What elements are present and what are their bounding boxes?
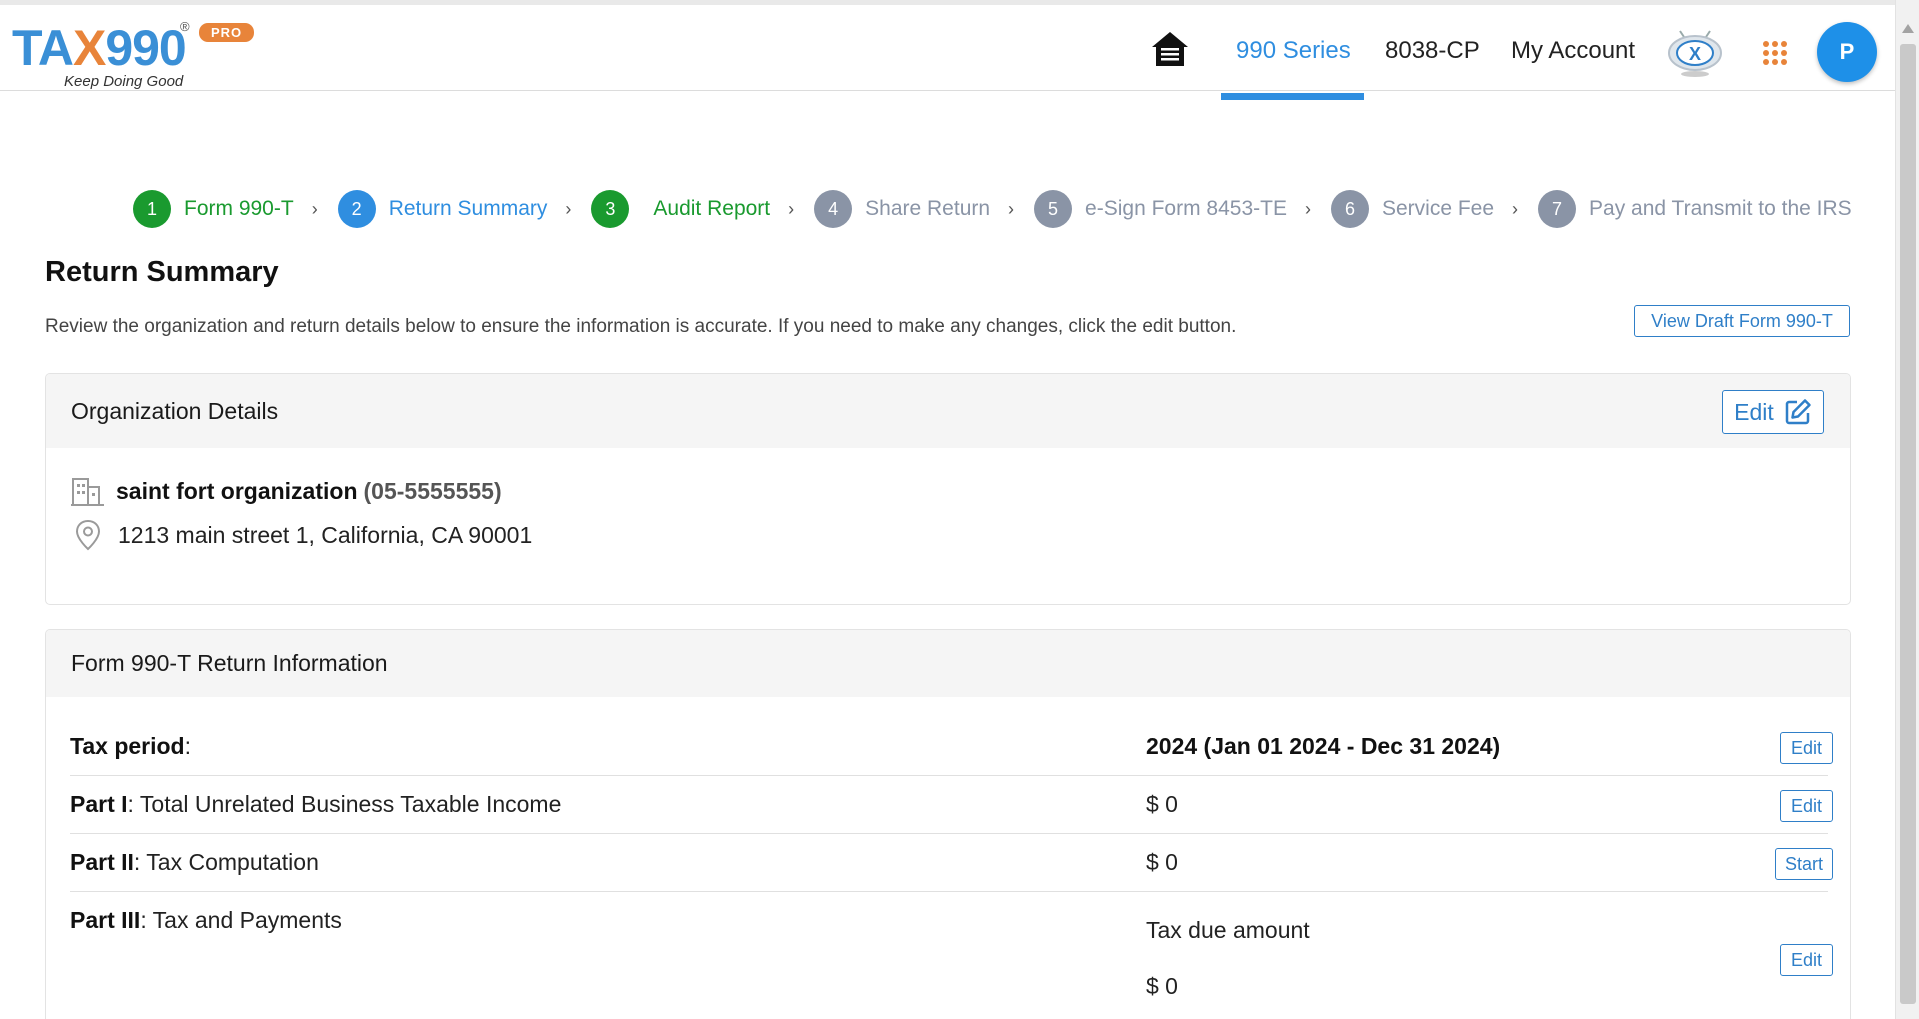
logo-pro-badge: PRO [199,23,255,42]
tax-period-value: 2024 (Jan 01 2024 - Dec 31 2024) [1146,733,1501,759]
step-esign-8453te[interactable]: 5 e-Sign Form 8453-TE [1034,190,1287,228]
chevron-right-icon: › [1304,198,1311,219]
return-information-card: Form 990-T Return Information Tax period… [45,629,1851,1019]
svg-text:X: X [1689,44,1701,64]
chevron-right-icon: › [1008,198,1015,219]
step-number: 4 [814,190,853,228]
vertical-scrollbar[interactable] [1895,0,1919,1019]
row-label: Part I: Total Unrelated Business Taxable… [70,791,562,817]
page-title: Return Summary [45,256,279,288]
row-label: Part II: Tax Computation [70,849,319,875]
tax990-logo[interactable]: TAX990 ® PRO Keep Doing Good [12,15,255,90]
logo-registered-mark: ® [180,19,190,34]
step-number: 7 [1538,190,1577,228]
step-audit-report[interactable]: 3 Audit Report [591,190,770,228]
step-number: 6 [1330,190,1369,228]
organization-name: saint fort organization [116,477,358,504]
nav-my-account[interactable]: My Account [1511,37,1635,65]
organization-address: 1213 main street 1, California, CA 90001 [118,521,533,548]
step-label: Form 990-T [184,197,294,220]
row-tax-period: Tax period: 2024 (Jan 01 2024 - Dec 31 2… [70,718,1833,776]
step-service-fee[interactable]: 6 Service Fee [1330,190,1495,228]
card-title: Organization Details [71,397,279,424]
return-information-header: Form 990-T Return Information [46,630,1850,697]
edit-icon [1785,399,1811,425]
chevron-right-icon: › [1512,198,1519,219]
logo-tagline: Keep Doing Good [64,73,184,90]
user-avatar[interactable]: P [1817,22,1877,82]
row-part-iii: Part III: Tax and Payments Tax due amoun… [70,892,1833,1019]
step-label: Return Summary [388,197,548,220]
logo-wordmark: TAX990 [12,20,187,76]
page-description: Review the organization and return detai… [45,316,1237,337]
step-label: Audit Report [653,197,771,220]
card-title: Form 990-T Return Information [71,650,388,676]
row-label: Part III: Tax and Payments [70,907,342,933]
tax-due-label: Tax due amount [1146,917,1310,943]
building-icon [71,478,104,506]
nav-990-series[interactable]: 990 Series [1236,37,1351,65]
top-navbar: TAX990 ® PRO Keep Doing Good 990 Series … [0,5,1895,100]
chevron-right-icon: › [565,198,572,219]
edit-tax-period-button[interactable]: Edit [1780,732,1833,764]
chevron-right-icon: › [311,198,318,219]
robot-assistant-icon[interactable]: X [1666,25,1724,79]
home-icon[interactable] [1150,29,1190,69]
organization-details-header: Organization Details Edit [46,374,1850,448]
part-i-value: $ 0 [1146,791,1178,817]
step-label: Service Fee [1381,197,1495,220]
step-number: 2 [337,190,376,228]
row-label: Tax period: [70,733,191,759]
step-return-summary[interactable]: 2 Return Summary [337,190,548,228]
row-part-i: Part I: Total Unrelated Business Taxable… [70,776,1833,834]
edit-button-label: Edit [1734,398,1774,425]
edit-organization-button[interactable]: Edit [1722,390,1824,434]
tax-due-value: $ 0 [1146,973,1178,999]
step-pay-transmit[interactable]: 7 Pay and Transmit to the IRS [1538,190,1852,228]
row-part-ii: Part II: Tax Computation $ 0 Start [70,834,1833,892]
edit-part-i-button[interactable]: Edit [1780,790,1833,822]
step-form-990t[interactable]: 1 Form 990-T [133,190,294,228]
progress-stepper: 1 Form 990-T › 2 Return Summary › 3 Audi… [133,189,1852,229]
step-number: 1 [133,190,171,228]
organization-ein: (05-5555555) [363,477,502,504]
step-number: 3 [591,190,630,228]
active-nav-indicator [1221,93,1364,100]
location-pin-icon [75,519,101,551]
organization-address-line: 1213 main street 1, California, CA 90001 [70,519,532,551]
step-label: e-Sign Form 8453-TE [1085,197,1287,220]
chevron-right-icon: › [788,198,795,219]
scrollbar-thumb[interactable] [1900,44,1916,1004]
scroll-up-icon[interactable] [1902,24,1914,33]
organization-name-line: saint fort organization (05-5555555) [70,475,502,507]
edit-part-iii-button[interactable]: Edit [1780,944,1833,976]
step-share-return[interactable]: 4 Share Return [814,190,990,228]
nav-8038-cp[interactable]: 8038-CP [1385,37,1480,65]
part-ii-value: $ 0 [1146,849,1178,875]
start-part-ii-button[interactable]: Start [1775,848,1833,880]
step-label: Pay and Transmit to the IRS [1589,197,1852,220]
grid-icon[interactable] [1763,41,1787,65]
step-number: 5 [1034,190,1073,228]
view-draft-form-button[interactable]: View Draft Form 990-T [1634,305,1850,337]
step-label: Share Return [865,197,991,220]
